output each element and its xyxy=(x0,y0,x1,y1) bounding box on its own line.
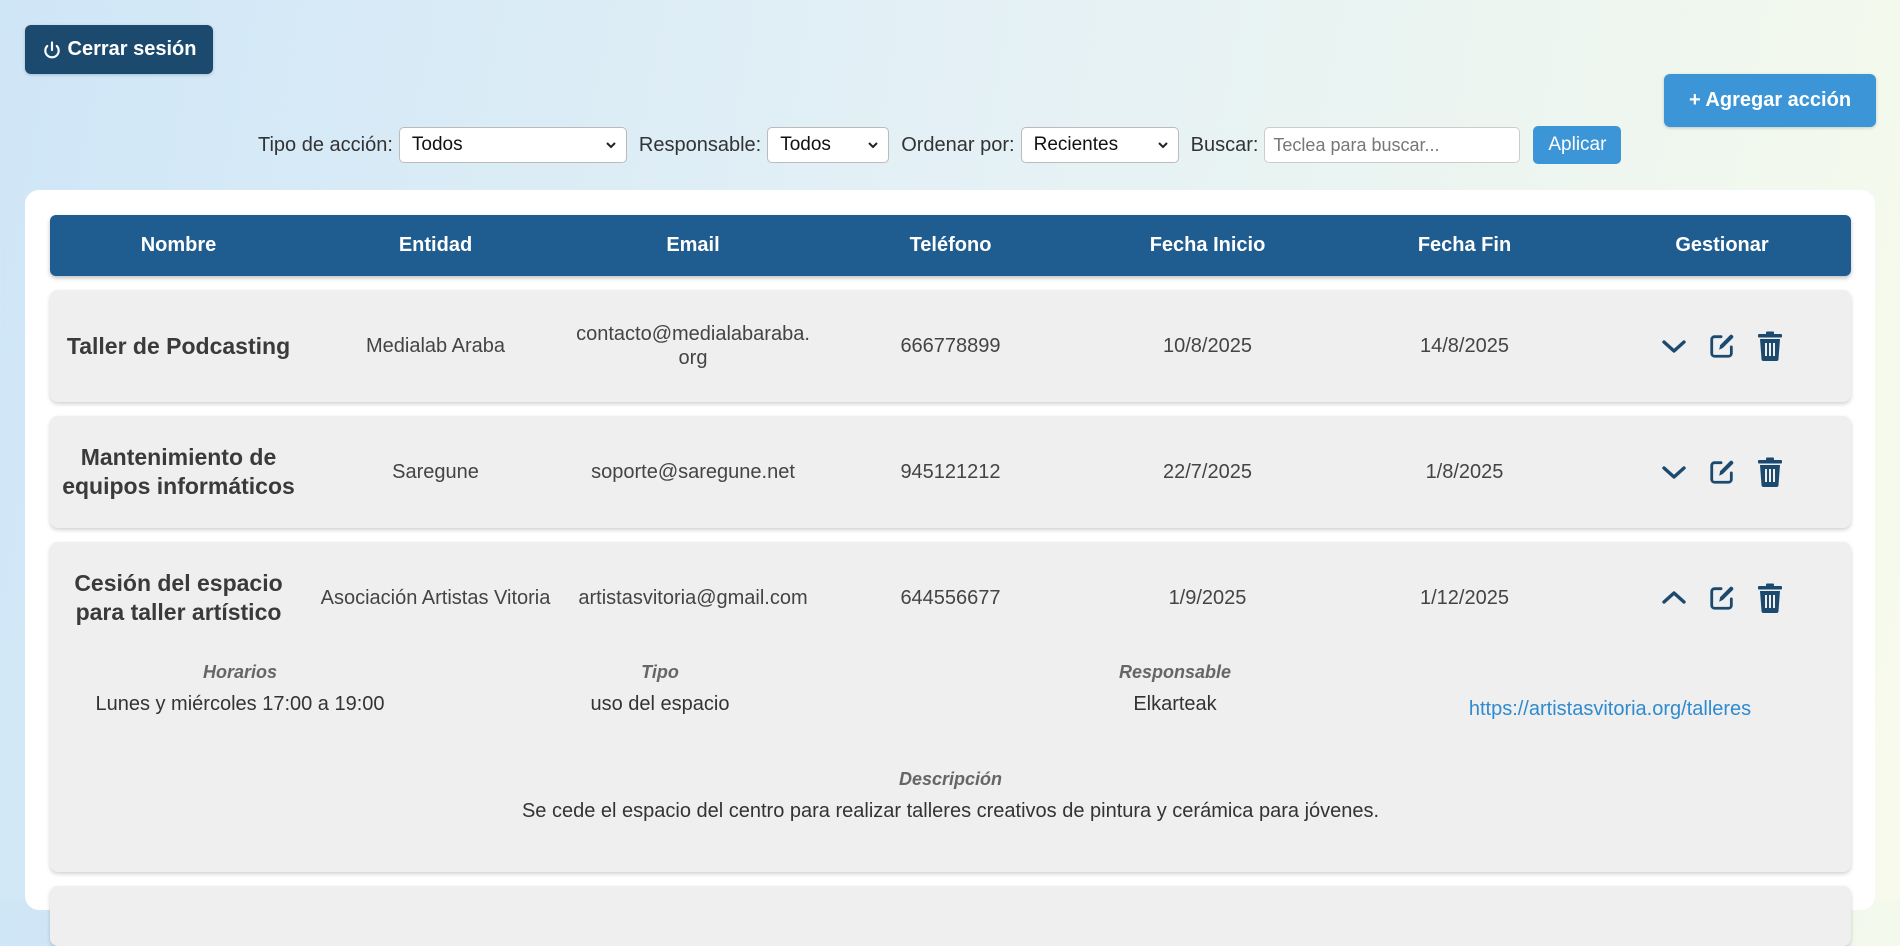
detail-responsable-value: Elkarteak xyxy=(1133,693,1217,715)
table-row: Mantenimiento de equipos informáticos Sa… xyxy=(50,416,1851,528)
row-email: contacto@medialabaraba. org xyxy=(564,322,822,370)
table-row-expanded: Cesión del espacio para taller artístico… xyxy=(50,542,1851,872)
row-start-date: 1/9/2025 xyxy=(1168,587,1247,609)
tipo-label: Tipo de acción: xyxy=(258,133,393,156)
edit-icon[interactable] xyxy=(1708,583,1736,613)
row-email: artistasvitoria@gmail.com xyxy=(578,587,808,609)
row-entity: Saregune xyxy=(392,461,479,483)
header-entidad: Entidad xyxy=(398,234,473,256)
chevron-down-icon[interactable] xyxy=(1660,457,1688,487)
edit-icon[interactable] xyxy=(1708,331,1736,361)
row-email: soporte@saregune.net xyxy=(591,461,795,483)
row-email-line: contacto@medialabaraba. xyxy=(576,323,810,345)
header-telefono: Teléfono xyxy=(909,234,992,256)
table-row: Taller de Podcasting Medialab Araba cont… xyxy=(50,290,1851,402)
detail-horarios-label: Horarios xyxy=(202,662,278,682)
detail-responsable: Responsable Elkarteak xyxy=(1075,662,1275,716)
trash-icon[interactable] xyxy=(1756,583,1784,613)
detail-link-url[interactable]: https://artistasvitoria.org/talleres xyxy=(1469,698,1751,720)
trash-icon[interactable] xyxy=(1756,457,1784,487)
chevron-down-icon xyxy=(1157,142,1168,149)
row-phone: 666778899 xyxy=(900,335,1001,357)
row-actions xyxy=(1593,583,1851,613)
orden-select-value: Recientes xyxy=(1033,134,1119,155)
detail-descripcion-label: Descripción xyxy=(898,769,1003,789)
row-name-line: para taller artístico xyxy=(75,599,282,625)
logout-label: Cerrar sesión xyxy=(67,38,197,60)
row-end-date: 1/8/2025 xyxy=(1425,461,1504,483)
table-header: Nombre Entidad Email Teléfono Fecha Inic… xyxy=(50,215,1851,276)
add-action-button[interactable]: + Agregar acción xyxy=(1664,74,1876,127)
chevron-down-icon xyxy=(868,142,878,149)
row-start-date: 10/8/2025 xyxy=(1163,335,1252,357)
row-actions xyxy=(1593,331,1851,361)
responsable-select-value: Todos xyxy=(780,134,831,155)
chevron-down-icon xyxy=(606,142,616,149)
orden-select[interactable]: Recientes xyxy=(1020,127,1179,163)
detail-descripcion: Descripción Se cede el espacio del centr… xyxy=(50,769,1851,823)
detail-tipo-label: Tipo xyxy=(641,662,679,682)
responsable-select[interactable]: Todos xyxy=(767,127,890,163)
responsable-label: Responsable: xyxy=(638,133,762,156)
detail-tipo: Tipo uso del espacio xyxy=(575,662,745,716)
row-name-line: Mantenimiento de xyxy=(80,444,277,470)
row-details: Horarios Lunes y miércoles 17:00 a 19:00… xyxy=(50,654,1851,884)
header-fecha-inicio: Fecha Inicio xyxy=(1149,234,1266,256)
row-name-line: Cesión del espacio xyxy=(74,570,283,596)
header-nombre: Nombre xyxy=(140,234,217,256)
row-end-date: 1/12/2025 xyxy=(1420,587,1509,609)
trash-icon[interactable] xyxy=(1756,331,1784,361)
row-start-date: 22/7/2025 xyxy=(1163,461,1252,483)
header-gestionar: Gestionar xyxy=(1675,234,1769,256)
tipo-select-value: Todos xyxy=(411,134,463,155)
row-entity: Medialab Araba xyxy=(366,335,505,357)
row-email-line: org xyxy=(678,347,708,369)
row-actions xyxy=(1593,457,1851,487)
row-name-line: equipos informáticos xyxy=(62,473,295,499)
row-name: Mantenimiento de equipos informáticos xyxy=(50,443,307,501)
orden-label: Ordenar por: xyxy=(901,133,1015,156)
row-phone: 945121212 xyxy=(900,461,1001,483)
detail-responsable-label: Responsable xyxy=(1118,662,1232,682)
row-entity: Asociación Artistas Vitoria xyxy=(320,587,551,609)
power-icon xyxy=(43,40,60,58)
tipo-select[interactable]: Todos xyxy=(398,127,627,163)
buscar-label: Buscar: xyxy=(1190,133,1259,156)
search-input[interactable] xyxy=(1264,127,1521,163)
detail-descripcion-value: Se cede el espacio del centro para reali… xyxy=(521,800,1380,822)
chevron-up-icon[interactable] xyxy=(1660,583,1688,613)
table-row xyxy=(50,886,1851,946)
filter-bar: Tipo de acción: Todos Responsable: Todos… xyxy=(258,126,1622,164)
detail-horarios-value: Lunes y miércoles 17:00 a 19:00 xyxy=(95,693,385,715)
row-name: Cesión del espacio para taller artístico xyxy=(50,569,307,627)
row-end-date: 14/8/2025 xyxy=(1420,335,1509,357)
row-phone: 644556677 xyxy=(900,587,1001,609)
header-fecha-fin: Fecha Fin xyxy=(1417,234,1512,256)
edit-icon[interactable] xyxy=(1708,457,1736,487)
apply-button[interactable]: Aplicar xyxy=(1533,126,1622,164)
detail-tipo-value: uso del espacio xyxy=(590,693,730,715)
header-email: Email xyxy=(666,234,720,256)
logout-button[interactable]: Cerrar sesión xyxy=(25,25,213,74)
chevron-down-icon[interactable] xyxy=(1660,331,1688,361)
row-name: Taller de Podcasting xyxy=(66,332,291,359)
detail-horarios: Horarios Lunes y miércoles 17:00 a 19:00 xyxy=(90,662,390,716)
actions-panel: Nombre Entidad Email Teléfono Fecha Inic… xyxy=(25,190,1875,946)
detail-link: https://artistasvitoria.org/talleres xyxy=(1440,698,1780,721)
